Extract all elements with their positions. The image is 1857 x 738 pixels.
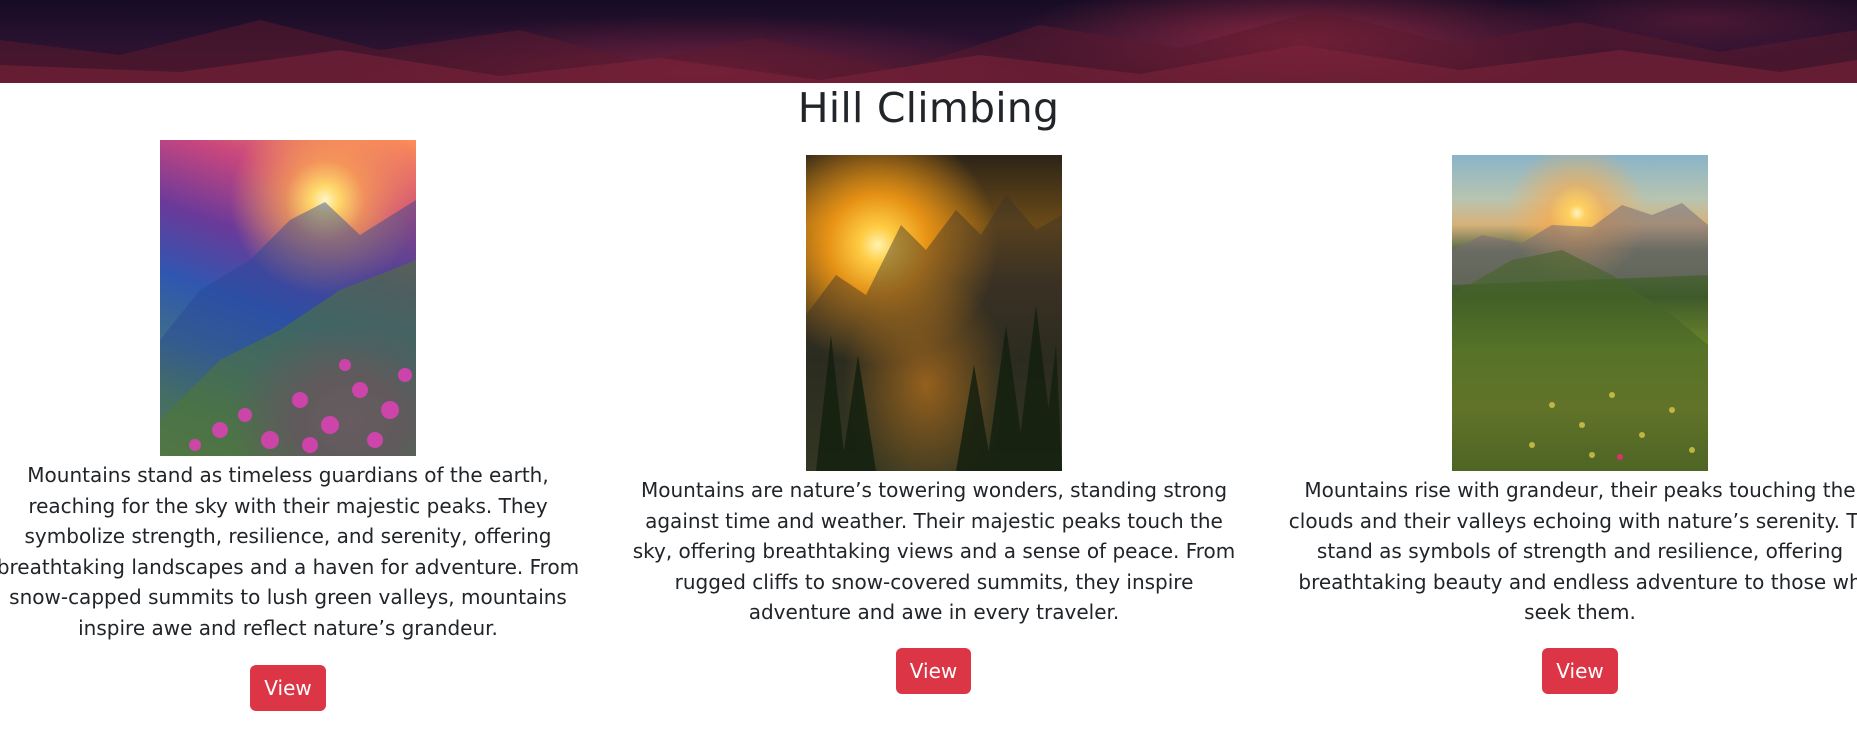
card-1-line: symbolize strength, resilience, and sere… bbox=[24, 524, 552, 548]
card-2-view-button[interactable]: View bbox=[895, 647, 972, 694]
card-1-line: breathtaking landscapes and a haven for … bbox=[0, 554, 580, 579]
card-3-line: Mountains rise with grandeur, their peak… bbox=[1304, 478, 1856, 502]
card-2-line: rugged cliffs to snow-covered summits, t… bbox=[674, 569, 1194, 594]
card-1-line: inspire awe and reflect nature’s grandeu… bbox=[78, 615, 498, 640]
golden-forest-picture bbox=[805, 195, 1062, 471]
card-3-image bbox=[1452, 155, 1708, 471]
card-2-image bbox=[805, 155, 1062, 471]
card-2-line: sky, offering breathtaking views and a s… bbox=[632, 539, 1236, 563]
card-2-line: against time and weather. Their majestic… bbox=[645, 508, 1223, 533]
card-3-view-button[interactable]: View bbox=[1542, 647, 1618, 694]
mountain-flowers-picture bbox=[160, 200, 416, 456]
card-1: Mountains stand as timeless guardians of… bbox=[0, 140, 579, 711]
card-3-description: Mountains rise with grandeur, their peak… bbox=[1275, 475, 1857, 628]
card-3-line: breathtaking beauty and endless adventur… bbox=[1298, 569, 1857, 594]
card-3-line: clouds and their valleys echoing with na… bbox=[1288, 508, 1857, 533]
card-2: Mountains are nature’s towering wonders,… bbox=[630, 155, 1237, 694]
card-3-line: seek them. bbox=[1524, 600, 1636, 624]
hero-mountain-image bbox=[0, 10, 1857, 83]
card-1-line: Mountains stand as timeless guardians of… bbox=[27, 463, 549, 487]
card-2-description: Mountains are nature’s towering wonders,… bbox=[624, 475, 1244, 628]
card-1-line: snow-capped summits to lush green valley… bbox=[9, 585, 567, 609]
card-2-line: Mountains are nature’s towering wonders,… bbox=[640, 478, 1228, 502]
section-title: Hill Climbing bbox=[797, 84, 1060, 132]
hero-banner-strip bbox=[0, 0, 1857, 83]
card-3: Mountains rise with grandeur, their peak… bbox=[1275, 155, 1857, 694]
card-1-description: Mountains stand as timeless guardians of… bbox=[0, 460, 598, 643]
card-1-view-button[interactable]: View bbox=[250, 665, 326, 711]
card-3-line: stand as symbols of strength and resilie… bbox=[1316, 539, 1844, 563]
card-1-line: reaching for the sky with their majestic… bbox=[28, 493, 548, 518]
grassy-ridge-picture bbox=[1452, 203, 1708, 471]
card-2-line: adventure and awe in every traveler. bbox=[748, 600, 1120, 624]
card-1-image bbox=[160, 140, 416, 456]
